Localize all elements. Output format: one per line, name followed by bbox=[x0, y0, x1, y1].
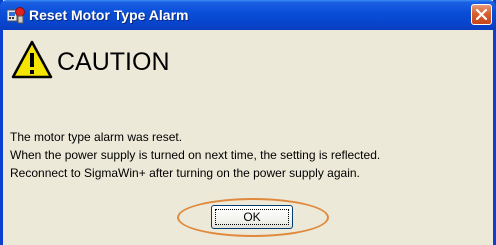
title-bar[interactable]: Reset Motor Type Alarm bbox=[0, 0, 496, 30]
window-title: Reset Motor Type Alarm bbox=[29, 7, 189, 23]
ok-button[interactable]: OK bbox=[211, 205, 293, 229]
message-line: The motor type alarm was reset. bbox=[10, 130, 183, 144]
dialog-window: Reset Motor Type Alarm CAUTION The motor… bbox=[0, 0, 496, 245]
close-icon bbox=[476, 9, 487, 20]
close-button[interactable] bbox=[471, 4, 492, 25]
caution-heading: CAUTION bbox=[57, 48, 170, 76]
ok-button-label: OK bbox=[243, 210, 261, 224]
message-body: The motor type alarm was reset. When the… bbox=[10, 128, 380, 182]
message-line: Reconnect to SigmaWin+ after turning on … bbox=[10, 166, 360, 180]
warning-triangle-icon bbox=[10, 39, 54, 81]
motor-app-icon bbox=[6, 6, 25, 24]
message-line: When the power supply is turned on next … bbox=[10, 148, 381, 162]
